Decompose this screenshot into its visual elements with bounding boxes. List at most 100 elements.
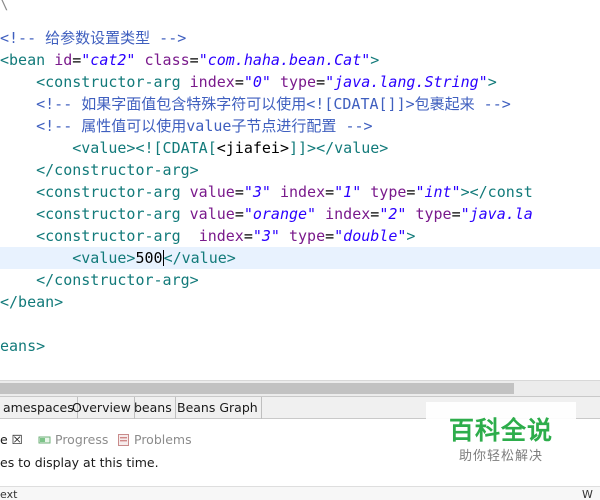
code-token: = [370,205,380,223]
code-token: "java.la [460,205,533,223]
line-bean-open[interactable]: <bean id="cat2" class="com.haha.bean.Cat… [0,49,600,71]
code-token: index [279,183,326,201]
code-token: </const [469,183,533,201]
watermark-subtitle: 助你轻松解决 [458,449,543,464]
line-constructor-arg-3[interactable]: <constructor-arg index="3" type="double"… [0,225,600,247]
code-token: </constructor-arg> [36,161,199,179]
code-token: > [370,51,380,69]
tab-beans-graph[interactable]: Beans Graph [174,397,262,419]
scrollbar-thumb[interactable] [0,383,514,394]
empty-message: es to display at this time. [0,455,159,470]
xml-editor[interactable]: \ <!-- 给参数设置类型 --> <bean id="cat2" class=… [0,0,600,380]
code-token: type [370,183,407,201]
code-token: <!-- 如果字面值包含特殊字符可以使用<![CDATA[]]>包裹起来 --> [0,95,511,113]
code-token: value [189,205,235,223]
table-column-header: ext W [0,486,600,500]
code-token: type [289,227,326,245]
code-token: > [487,73,497,91]
code-token: 500 [135,249,163,267]
code-token: </constructor-arg> [36,271,199,289]
code-token: = [234,73,244,91]
code-token: = [325,183,335,201]
code-token: > [406,227,416,245]
code-token: <constructor-arg [36,183,190,201]
code-token: </value> [316,139,389,157]
problems-icon [117,430,130,446]
horizontal-scrollbar[interactable] [0,380,600,396]
view-tab-console[interactable]: e ☒ [0,428,23,452]
code-token: = [316,73,326,91]
code-token: "2" [379,205,407,223]
code-token: "3" [243,183,271,201]
tab-namespaces[interactable]: amespaces [0,397,78,419]
line-bean-close[interactable]: </bean> [0,291,600,313]
code-token: > [460,183,470,201]
code-token: = [189,51,199,69]
code-token: id [54,51,73,69]
code-token: <constructor-arg [36,205,190,223]
line-constructor-arg-close-1[interactable]: </constructor-arg> [0,159,600,181]
code-token: "orange" [243,205,317,223]
code-token: = [325,227,335,245]
tab-overview[interactable]: Overview [69,397,135,419]
code-token: <bean [0,51,55,69]
code-token: "com.haha.bean.Cat" [198,51,371,69]
code-token: "java.lang.String" [325,73,488,91]
line-comment-cdata[interactable]: <!-- 如果字面值包含特殊字符可以使用<![CDATA[]]>包裹起来 --> [0,93,600,115]
code-token: <!-- 属性值可以使用value子节点进行配置 --> [0,117,373,135]
code-token: class [144,51,190,69]
fold-marker: \ [0,0,9,13]
code-token: eans> [0,337,46,355]
code-token: type [415,205,452,223]
code-token: "double" [334,227,407,245]
code-token: <![CDATA[ [135,139,217,157]
code-token: <value> [72,249,136,267]
code-token: index [198,227,244,245]
code-token: ]]> [289,139,317,157]
line-value-500[interactable]: <value>500</value> [0,247,600,269]
line-blank[interactable] [0,313,600,335]
tab-beans[interactable]: beans [131,397,176,419]
code-token: <constructor-arg [36,227,199,245]
line-constructor-arg-close-2[interactable]: </constructor-arg> [0,269,600,291]
line-comment-param-type[interactable]: <!-- 给参数设置类型 --> [0,27,600,49]
code-token: index [325,205,371,223]
line-comment-value-node[interactable]: <!-- 属性值可以使用value子节点进行配置 --> [0,115,600,137]
code-token: index [189,73,235,91]
column-header-w[interactable]: W [582,488,593,500]
line-value-cdata[interactable]: <value><![CDATA[<jiafei>]]></value> [0,137,600,159]
code-token: <jiafei> [216,139,289,157]
line-beans-close[interactable]: eans> [0,335,600,357]
view-tab-progress-label: Progress [55,432,109,447]
code-token: "1" [334,183,362,201]
code-token: = [243,227,253,245]
view-tab-progress[interactable]: Progress [38,428,108,452]
view-tab-problems[interactable]: Problems [117,428,192,452]
code-token: = [234,183,244,201]
line-constructor-arg-2[interactable]: <constructor-arg value="orange" index="2… [0,203,600,225]
code-token: = [451,205,461,223]
code-token: </value> [163,249,236,267]
code-token: "0" [243,73,271,91]
code-token: <value> [72,139,136,157]
column-header-text[interactable]: ext [0,488,17,500]
line-constructor-arg-1[interactable]: <constructor-arg value="3" index="1" typ… [0,181,600,203]
view-tab-problems-label: Problems [134,432,192,447]
code-token: = [234,205,244,223]
code-token: "int" [415,183,461,201]
progress-icon [38,430,51,444]
watermark-title: 百科全说 [448,416,553,445]
line-constructor-arg-0[interactable]: <constructor-arg index="0" type="java.la… [0,71,600,93]
